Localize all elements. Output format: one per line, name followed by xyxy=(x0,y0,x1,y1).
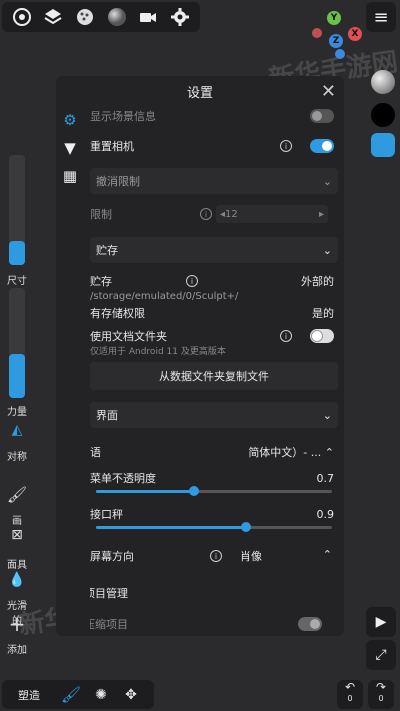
move-gizmo-icon[interactable]: ✥ xyxy=(116,687,146,703)
gear-icon[interactable] xyxy=(168,5,192,29)
dialog-title: 设置 xyxy=(186,85,213,101)
info-icon[interactable]: i xyxy=(186,275,198,287)
chevron-down-icon[interactable]: ⌄ xyxy=(323,175,332,188)
storage-header[interactable]: 贮存 xyxy=(96,242,118,258)
symmetry-icon[interactable]: ◭ xyxy=(4,422,30,438)
redo-count: 0 xyxy=(378,694,384,703)
chevron-down-icon[interactable]: ⌄ xyxy=(323,409,332,422)
size-label: 尺寸 xyxy=(7,276,27,287)
storage-path: /storage/emulated/0/Sculpt+/ xyxy=(90,290,239,302)
symmetry-label: 对称 xyxy=(7,452,27,463)
info-icon[interactable]: i xyxy=(200,208,212,220)
ui-header[interactable]: 界面 xyxy=(96,407,118,423)
joystick-scale-label: 接口秤 xyxy=(90,508,123,521)
undo-count: 0 xyxy=(347,694,353,703)
show-scene-info-toggle[interactable] xyxy=(310,109,334,123)
redo-button[interactable]: ↷ 0 xyxy=(368,680,394,709)
brush-tool-icon[interactable]: 🖌 xyxy=(56,685,86,704)
sphere-dots-icon[interactable] xyxy=(73,5,97,29)
chevron-down-icon[interactable]: ⌄ xyxy=(323,244,332,257)
top-toolbar xyxy=(2,2,200,32)
camera-icon[interactable] xyxy=(136,5,160,29)
menu-opacity-label: 菜单不透明度 xyxy=(90,472,156,485)
limit-stepper[interactable]: ◂12 ▸ xyxy=(216,205,328,223)
transform-sphere-icon[interactable]: ✺ xyxy=(86,687,116,703)
gizmo-center[interactable] xyxy=(312,28,322,38)
sculpt-label[interactable]: 塑造 xyxy=(2,687,56,703)
settings-tabs: ⚙ ▼ ▦ xyxy=(56,106,84,636)
material-sphere-icon[interactable] xyxy=(371,70,395,94)
camera-view-icon[interactable]: ▶ xyxy=(366,607,396,637)
undo-limit-header[interactable]: 撤消限制 xyxy=(96,173,140,189)
has-permission-value: 是的 xyxy=(312,307,334,320)
mask-icon[interactable]: ⊠ xyxy=(4,527,30,543)
mask-label: 面具 xyxy=(7,560,27,571)
tab-layout-icon[interactable]: ▦ xyxy=(56,162,84,190)
joystick-scale-value: 0.9 xyxy=(316,507,335,521)
paint-brush-icon[interactable]: 🖌 xyxy=(4,485,30,504)
smooth-icon[interactable]: 💧 xyxy=(4,572,30,588)
hamburger-menu-icon[interactable]: ≡ xyxy=(366,2,396,32)
size-slider[interactable] xyxy=(9,155,25,265)
gizmo-y[interactable]: Y xyxy=(327,11,341,25)
matcap-sphere-icon[interactable] xyxy=(105,5,129,29)
tab-general-gear-icon[interactable]: ⚙ xyxy=(56,106,84,134)
add-icon[interactable]: + xyxy=(4,612,30,636)
use-doc-folder-label: 使用文档文件夹 xyxy=(90,330,167,343)
settings-dialog: 设置 ✕ ⚙ ▼ ▦ 显示场景信息 重置相机 i 撤消限制 ⌄ 限制 i ◂12… xyxy=(56,76,344,636)
menu-opacity-value: 0.7 xyxy=(316,471,335,485)
gizmo-z[interactable]: Z xyxy=(329,34,343,48)
menu-opacity-slider[interactable] xyxy=(96,486,332,496)
compress-project-label: 压缩项目 xyxy=(90,618,128,631)
color-swatch-black[interactable] xyxy=(371,103,395,127)
storage-value[interactable]: 外部的 xyxy=(301,273,334,289)
orientation-label: 屏幕方向 xyxy=(90,550,134,563)
tab-brush-icon[interactable]: ▼ xyxy=(56,134,84,162)
settings-content: 显示场景信息 重置相机 i 撤消限制 ⌄ 限制 i ◂12▸ 贮存 ⌄ 贮存 xyxy=(90,106,338,636)
info-icon[interactable]: i xyxy=(280,140,292,152)
project-mgmt-header: 项目管理 xyxy=(90,587,128,600)
reset-camera-label: 重置相机 xyxy=(90,140,134,153)
fullscreen-icon[interactable]: ⤢ xyxy=(366,640,396,670)
language-select[interactable]: 简体中文）- ... ⌃ xyxy=(248,444,334,460)
gizmo-zneg[interactable] xyxy=(335,49,345,59)
gizmo-x[interactable]: X xyxy=(348,27,362,41)
close-icon[interactable]: ✕ xyxy=(321,81,336,102)
strength-slider[interactable] xyxy=(9,288,25,398)
add-label: 添加 xyxy=(7,645,27,656)
use-doc-folder-note: 仅适用于 Android 11 及更高版本 xyxy=(90,346,226,357)
show-scene-info-label: 显示场景信息 xyxy=(90,110,156,123)
bottom-toolbar: 塑造 🖌 ✺ ✥ xyxy=(2,680,154,709)
info-icon[interactable]: i xyxy=(210,550,222,562)
language-label: 语 xyxy=(90,446,101,459)
orientation-select[interactable]: 肖像 ⌃ xyxy=(240,548,332,564)
storage-label: 贮存 xyxy=(90,275,112,288)
has-permission-label: 有存储权限 xyxy=(90,307,145,320)
circle-target-icon[interactable] xyxy=(10,5,34,29)
paint-label: 画 xyxy=(12,516,22,527)
joystick-scale-slider[interactable] xyxy=(96,522,332,532)
strength-label: 力量 xyxy=(7,407,27,418)
info-icon[interactable]: i xyxy=(280,330,292,342)
color-swatch-blue[interactable] xyxy=(371,133,395,157)
copy-files-button[interactable]: 从数据文件夹复制文件 xyxy=(90,362,338,390)
use-doc-folder-toggle[interactable] xyxy=(310,329,334,343)
reset-camera-toggle[interactable] xyxy=(310,139,334,153)
compress-project-toggle[interactable] xyxy=(298,617,322,631)
limit-label: 限制 xyxy=(90,208,112,221)
undo-button[interactable]: ↶ 0 xyxy=(337,680,363,709)
layers-icon[interactable] xyxy=(41,5,65,29)
